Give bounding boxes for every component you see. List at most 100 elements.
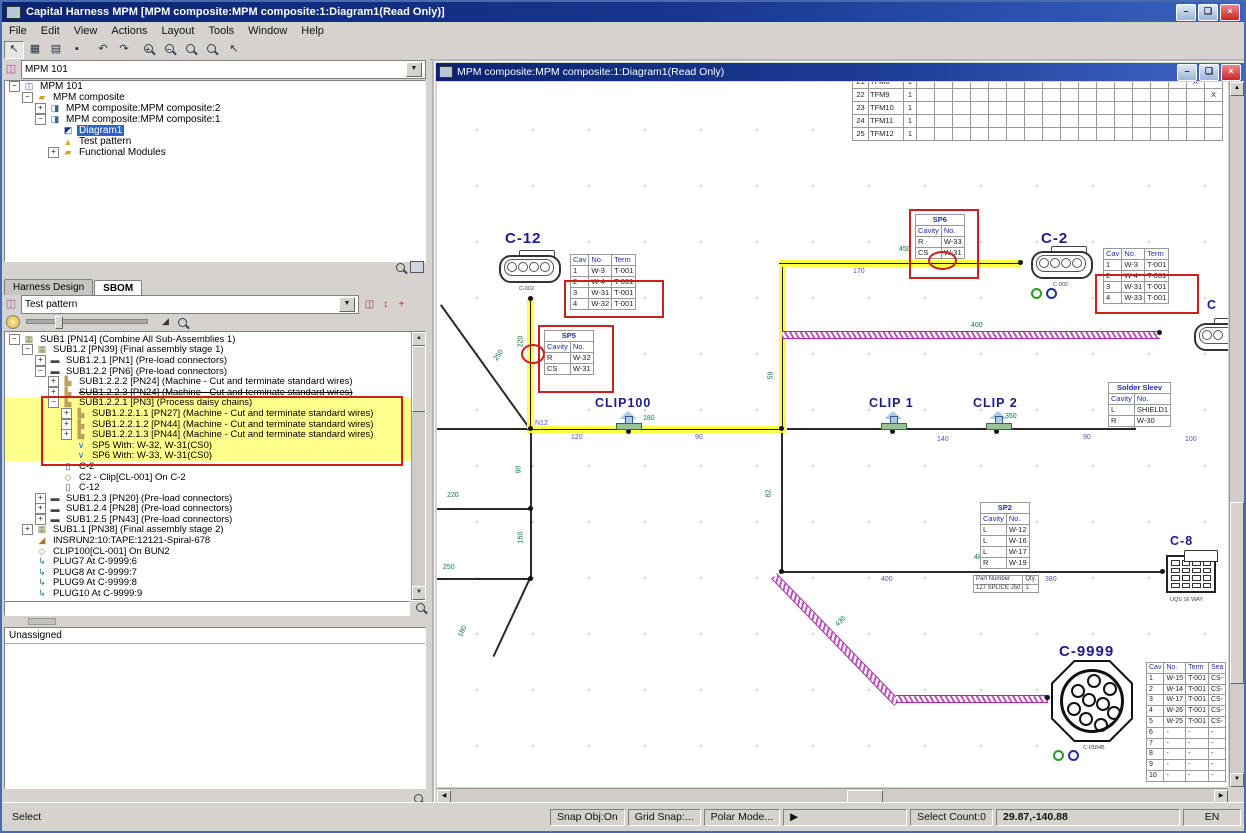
- collapse-toggle[interactable]: −: [35, 114, 46, 125]
- wire-segment[interactable]: [493, 578, 531, 657]
- restore-button[interactable]: ❑: [1199, 64, 1219, 81]
- c12-wire-table[interactable]: CavNo.Term1W-3T-0012W-4T-0013W-31T-0014W…: [570, 254, 636, 310]
- tree-item[interactable]: −▙SUB1.2.2.1 [PN3] (Process daisy chains…: [5, 398, 412, 409]
- menu-file[interactable]: File: [2, 24, 34, 38]
- solder-sleeve-table[interactable]: Solder SleevCavityNo.LSHIELD1RW-30: [1108, 382, 1171, 427]
- tree-item[interactable]: −◫MPM 101: [5, 81, 425, 92]
- wire-segment[interactable]: [787, 428, 1136, 430]
- redo-button[interactable]: ↷: [114, 41, 134, 59]
- chevron-down-icon[interactable]: ▼: [406, 62, 422, 77]
- tree-item[interactable]: −◨MPM composite:MPM composite:1: [5, 114, 425, 125]
- tree-item[interactable]: ∨SP5 With: W-32, W-31(CS0): [5, 440, 412, 451]
- clip-label-clip100[interactable]: CLIP100: [595, 396, 651, 410]
- expand-toggle[interactable]: +: [48, 387, 59, 398]
- scroll-thumb[interactable]: [1230, 502, 1244, 684]
- wire-highlighted[interactable]: [779, 260, 1021, 267]
- minimize-button[interactable]: –: [1177, 64, 1197, 81]
- tab-harness-design[interactable]: Harness Design: [4, 279, 93, 295]
- tree-item[interactable]: +▦SUB1.1 [PN38] (Final assembly stage 2): [5, 525, 412, 536]
- undo-button[interactable]: ↶: [93, 41, 113, 59]
- zoom-in-button[interactable]: +: [140, 41, 160, 59]
- tree-item[interactable]: ◇C2 - Clip[CL-001] On C-2: [5, 472, 412, 483]
- pattern-selector[interactable]: Test pattern ▼: [21, 295, 359, 314]
- wire-segment[interactable]: [437, 508, 531, 510]
- harness-button[interactable]: ▦: [25, 41, 45, 59]
- diagram-vscrollbar[interactable]: ▲ ▼: [1229, 82, 1244, 787]
- tree-item[interactable]: +▙SUB1.2.2.1.3 [PN44] (Machine - Cut and…: [5, 429, 412, 440]
- expand-toggle[interactable]: +: [22, 524, 33, 535]
- menu-edit[interactable]: Edit: [34, 24, 67, 38]
- part-number-table[interactable]: Part NumberQty.127 SPLICE J501: [973, 575, 1039, 593]
- scroll-up-arrow[interactable]: ▲: [412, 332, 426, 346]
- diagram-hscrollbar[interactable]: ◀ ▶: [437, 788, 1228, 803]
- collapse-toggle[interactable]: −: [48, 397, 59, 408]
- tree-item[interactable]: ◇CLIP100[CL-001] On BUN2: [5, 546, 412, 557]
- collapse-toggle[interactable]: −: [9, 334, 20, 345]
- zoom-out-button[interactable]: −: [161, 41, 181, 59]
- tree-item[interactable]: ◢INSRUN2:10:TAPE:12121-Spiral-678: [5, 535, 412, 546]
- tree-item[interactable]: ∨SP6 With: W-33, W-31(CS0): [5, 451, 412, 462]
- tree-item[interactable]: +▙SUB1.2.2.1.2 [PN44] (Machine - Cut and…: [5, 419, 412, 430]
- tree-item[interactable]: ▯C-2: [5, 461, 412, 472]
- wire-highlighted[interactable]: [527, 426, 786, 433]
- find-icon[interactable]: [175, 316, 188, 328]
- clip-icon[interactable]: [880, 410, 906, 430]
- menu-tools[interactable]: Tools: [201, 24, 241, 38]
- wire-segment[interactable]: [781, 432, 783, 572]
- wire-segment[interactable]: [437, 428, 531, 430]
- clip-label-clip2[interactable]: CLIP 2: [973, 396, 1018, 410]
- clip-icon[interactable]: [985, 410, 1011, 430]
- tree-item[interactable]: ▲Test pattern: [5, 136, 425, 147]
- sbom-scrollbar[interactable]: ▲ ▼: [411, 332, 425, 600]
- diagram-canvas[interactable]: 21TFM81X22TFM91X23TFM10124TFM11125TFM121…: [437, 82, 1228, 787]
- slider-thumb[interactable]: [55, 316, 63, 329]
- connector-label-edge[interactable]: C: [1207, 298, 1217, 312]
- c2-wire-table[interactable]: CavNo.Term1W-3T-0012W-4T-0013W-31T-0014W…: [1103, 248, 1169, 304]
- wire-twisted[interactable]: [782, 331, 1160, 339]
- play-icon[interactable]: ▶: [790, 811, 798, 823]
- tree-item[interactable]: −▦SUB1 [PN14] (Combine All Sub-Assemblie…: [5, 334, 412, 345]
- tree-item[interactable]: ◩Diagram1: [5, 125, 425, 136]
- panel-icon[interactable]: [410, 261, 424, 273]
- polar-mode-toggle[interactable]: Polar Mode...: [704, 809, 780, 826]
- tree-item[interactable]: +▬SUB1.2.4 [PN28] (Pre-load connectors): [5, 504, 412, 515]
- expand-toggle[interactable]: +: [35, 503, 46, 514]
- tree-item[interactable]: +▬SUB1.2.3 [PN20] (Pre-load connectors): [5, 493, 412, 504]
- tree-item[interactable]: +▙SUB1.2.2.3 [PN24] (Machine - Cut and t…: [5, 387, 412, 398]
- wire-highlighted[interactable]: [779, 260, 786, 430]
- sp5-table[interactable]: SP5CavityNo.RW-32CSW-31: [544, 330, 594, 375]
- tree-item[interactable]: ▯C-12: [5, 482, 412, 493]
- select-button[interactable]: ↖: [4, 41, 24, 59]
- pointer-icon[interactable]: ◢: [162, 316, 169, 327]
- open-button[interactable]: ▤: [46, 41, 66, 59]
- menu-layout[interactable]: Layout: [154, 24, 201, 38]
- tree-item[interactable]: +▙SUB1.2.2.2 [PN24] (Machine - Cut and t…: [5, 376, 412, 387]
- expand-toggle[interactable]: +: [35, 493, 46, 504]
- tfm-table[interactable]: 21TFM81X22TFM91X23TFM10124TFM11125TFM121: [853, 82, 1223, 141]
- search-icon[interactable]: [413, 601, 426, 613]
- grid-snap-toggle[interactable]: Grid Snap:...: [628, 809, 701, 826]
- highlight-icon[interactable]: [6, 315, 20, 329]
- connector-c9999[interactable]: [1051, 660, 1133, 742]
- restore-button[interactable]: ❑: [1198, 4, 1218, 21]
- expand-toggle[interactable]: +: [35, 103, 46, 114]
- expand-toggle[interactable]: +: [35, 355, 46, 366]
- tree-item[interactable]: +▙SUB1.2.2.1.1 [PN27] (Machine - Cut and…: [5, 408, 412, 419]
- collapse-toggle[interactable]: −: [22, 344, 33, 355]
- menu-window[interactable]: Window: [241, 24, 294, 38]
- collapse-toggle[interactable]: −: [9, 81, 20, 92]
- expand-toggle[interactable]: +: [48, 147, 59, 158]
- menu-help[interactable]: Help: [294, 24, 331, 38]
- wire-segment[interactable]: [440, 304, 530, 428]
- scroll-down-arrow[interactable]: ▼: [412, 586, 426, 600]
- expand-toggle[interactable]: +: [48, 376, 59, 387]
- menu-view[interactable]: View: [67, 24, 105, 38]
- splitter-handle[interactable]: [28, 618, 56, 625]
- connector-label-c8[interactable]: C-8: [1170, 534, 1193, 548]
- minimize-button[interactable]: –: [1176, 4, 1196, 21]
- wire-segment[interactable]: [530, 428, 532, 579]
- collapse-toggle[interactable]: −: [35, 366, 46, 377]
- collapse-toggle[interactable]: −: [22, 92, 33, 103]
- wire-segment[interactable]: [437, 578, 531, 580]
- expand-toggle[interactable]: +: [61, 429, 72, 440]
